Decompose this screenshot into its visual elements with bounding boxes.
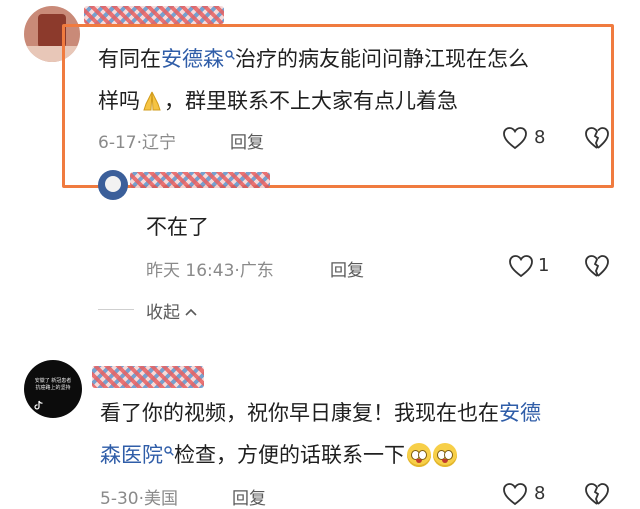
comment-text-line2: 森医院 检查，方便的话联系一下 xyxy=(100,438,620,472)
dislike-broken-heart-icon[interactable] xyxy=(584,482,610,506)
collapse-label: 收起 xyxy=(146,303,180,323)
heart-icon xyxy=(503,127,527,150)
comment-text-part: 治疗的病友能问问静江现在怎么 xyxy=(235,47,529,71)
comment-text: 看了你的视频，祝你早日康复！我现在也在安德 xyxy=(100,396,620,430)
comment-text-line2: 样吗 ，群里联系不上大家有点儿着急 xyxy=(98,84,598,118)
heart-icon xyxy=(503,483,527,506)
reply-location: 广东 xyxy=(239,261,274,281)
comment-text-part: 检查，方便的话联系一下 xyxy=(174,443,405,467)
reply-username[interactable] xyxy=(130,172,270,188)
reply-button[interactable]: 回复 xyxy=(232,484,266,509)
like-count: 8 xyxy=(534,483,546,504)
search-icon xyxy=(164,446,174,456)
reply-date: 昨天 16:43 xyxy=(146,261,235,281)
commenter-avatar[interactable]: 安徽了 新冠患者 抗癌路上的坚持 xyxy=(24,360,82,418)
comment-date: 5-30 xyxy=(100,489,139,509)
heart-icon xyxy=(509,255,533,278)
comment-location: 辽宁 xyxy=(142,133,176,153)
chevron-up-icon xyxy=(185,308,197,316)
like-count: 1 xyxy=(538,255,550,276)
reply-avatar[interactable] xyxy=(98,170,128,200)
hospital-search-link[interactable]: 安德 xyxy=(499,401,541,425)
comment-date: 6-17 xyxy=(98,133,137,153)
like-button[interactable]: 1 xyxy=(508,254,552,282)
reply-button[interactable]: 回复 xyxy=(230,128,264,153)
reply-button[interactable]: 回复 xyxy=(330,256,364,281)
hospital-search-link[interactable]: 森医院 xyxy=(100,443,163,467)
reply-meta: 昨天 16:43·广东 xyxy=(146,261,274,281)
praying-hands-icon xyxy=(143,91,161,111)
comment-location: 美国 xyxy=(144,489,178,509)
comment-meta: 6-17·辽宁 xyxy=(98,133,176,153)
like-button[interactable]: 8 xyxy=(502,126,552,154)
collapse-replies-button[interactable]: 收起 xyxy=(146,298,197,323)
smiley-emoji-icon xyxy=(433,443,457,467)
comment-text-part: ，群里联系不上大家有点儿着急 xyxy=(164,89,458,113)
avatar-caption: 安徽了 新冠患者 抗癌路上的坚持 xyxy=(34,378,72,391)
comment-text-part: 有同在 xyxy=(98,47,161,71)
comment-text: 有同在安德森 治疗的病友能问问静江现在怎么 xyxy=(98,42,608,76)
like-button[interactable]: 8 xyxy=(502,482,552,508)
search-icon xyxy=(225,50,235,60)
commenter-username[interactable] xyxy=(84,6,224,24)
like-count: 8 xyxy=(534,127,546,148)
collapse-divider xyxy=(98,309,134,310)
hospital-search-link[interactable]: 安德森 xyxy=(161,47,224,71)
smiley-emoji-icon xyxy=(407,443,431,467)
comment-meta: 5-30·美国 xyxy=(100,489,178,509)
dislike-broken-heart-icon[interactable] xyxy=(584,126,610,150)
comment-text-part: 样吗 xyxy=(98,89,140,113)
reply-text: 不在了 xyxy=(146,215,209,239)
dislike-broken-heart-icon[interactable] xyxy=(584,254,610,278)
comment-text-part: 看了你的视频，祝你早日康复！我现在也在 xyxy=(100,401,499,425)
commenter-username[interactable] xyxy=(92,366,204,388)
tiktok-logo-icon xyxy=(34,400,43,410)
